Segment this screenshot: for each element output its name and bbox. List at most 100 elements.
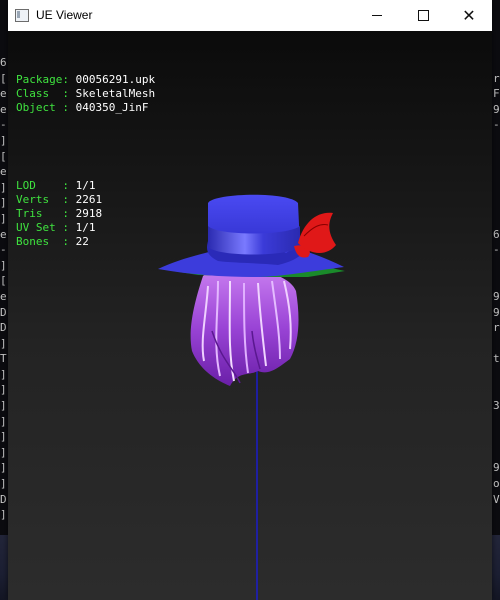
console-char: e <box>0 165 7 179</box>
console-char: e <box>0 227 7 241</box>
stat-value: 1/1 <box>75 221 96 234</box>
maximize-icon <box>417 10 429 21</box>
console-char: V <box>493 492 500 506</box>
stat-row: Bones : 22 <box>16 235 155 249</box>
stat-value: 2918 <box>75 207 103 220</box>
console-char: ] <box>0 196 7 210</box>
hair-mesh <box>190 268 299 386</box>
console-char: e <box>0 289 7 303</box>
info-label: Package: <box>16 73 76 86</box>
background-console-left: 6[ee-][e]]]e-][eDD]T]]]]]]]]D]e] <box>0 55 8 525</box>
console-char: 9 <box>493 289 500 303</box>
stat-label: LOD : <box>16 179 76 192</box>
stat-row: Verts : 2261 <box>16 193 155 207</box>
stat-row: Tris : 2918 <box>16 207 155 221</box>
console-char <box>493 336 500 352</box>
console-char: e <box>0 87 7 101</box>
console-char <box>493 367 500 383</box>
console-char: - <box>0 243 7 257</box>
close-button[interactable]: ✕ <box>446 0 492 31</box>
console-char: t <box>493 352 500 366</box>
console-char: ] <box>0 133 7 147</box>
console-char: ] <box>0 461 7 475</box>
console-char <box>493 180 500 196</box>
window-title: UE Viewer <box>36 8 93 22</box>
app-icon <box>15 9 29 22</box>
background-console-right: rF9- 6- 99r t 3 9oV <box>493 55 500 525</box>
console-char: - <box>0 118 7 132</box>
console-char: D <box>0 321 7 335</box>
stat-label: Verts : <box>16 193 76 206</box>
console-char <box>493 273 500 289</box>
console-char: e <box>0 102 7 116</box>
console-char <box>493 195 500 211</box>
console-char: ] <box>0 180 7 194</box>
maximize-button[interactable] <box>400 0 446 31</box>
stat-value: 2261 <box>75 193 103 206</box>
info-row: Class : SkeletalMesh <box>16 87 155 101</box>
info-value: SkeletalMesh <box>75 87 156 100</box>
info-row: Package: 00056291.upk <box>16 73 155 87</box>
stat-value: 1/1 <box>75 179 96 192</box>
console-char <box>493 429 500 445</box>
console-char: - <box>493 118 500 132</box>
minimize-button[interactable] <box>354 0 400 31</box>
console-char: o <box>493 477 500 491</box>
console-char: [ <box>0 274 7 288</box>
console-char: 9 <box>493 102 500 116</box>
stat-label: UV Set : <box>16 221 76 234</box>
console-char: [ <box>0 149 7 163</box>
console-char <box>493 258 500 274</box>
console-char: [ <box>0 71 7 85</box>
info-label: Class : <box>16 87 76 100</box>
console-char <box>493 164 500 180</box>
console-char: 3 <box>493 399 500 413</box>
console-char: 6 <box>493 227 500 241</box>
console-char: ] <box>0 414 7 428</box>
stat-row: LOD : 1/1 <box>16 179 155 193</box>
hat-mesh <box>158 194 345 277</box>
console-char <box>493 414 500 430</box>
console-char: e <box>0 523 8 525</box>
console-char: ] <box>0 399 7 413</box>
info-label: Object : <box>16 101 76 114</box>
stat-value: 22 <box>75 235 89 248</box>
stat-row: UV Set : 1/1 <box>16 221 155 235</box>
info-row: Object : 040350_JinF <box>16 101 155 115</box>
console-char: ] <box>0 508 7 522</box>
console-char: F <box>493 87 500 101</box>
stat-label: Tris : <box>16 207 76 220</box>
info-value: 040350_JinF <box>75 101 149 114</box>
mesh-info-overlay: Package: 00056291.upk Class : SkeletalMes… <box>16 45 155 277</box>
title-bar[interactable]: UE Viewer ✕ <box>8 0 492 32</box>
console-char <box>493 133 500 149</box>
minimize-icon <box>372 15 382 16</box>
console-char: 9 <box>493 305 500 319</box>
console-char <box>493 149 500 165</box>
console-char <box>493 55 500 71</box>
console-char: ] <box>0 211 7 225</box>
console-char: ] <box>0 445 7 459</box>
console-char: r <box>493 71 500 85</box>
console-char <box>493 211 500 227</box>
info-value: 00056291.upk <box>75 73 156 86</box>
close-icon: ✕ <box>462 6 476 25</box>
console-char: T <box>0 352 7 366</box>
ue-viewer-window: UE Viewer ✕ Package: 00056291.upk Class … <box>8 0 492 600</box>
console-char <box>493 445 500 461</box>
console-char: ] <box>0 430 7 444</box>
console-char: 6 <box>0 56 7 69</box>
console-char: r <box>493 321 500 335</box>
console-char: D <box>0 492 7 506</box>
console-char <box>493 382 500 398</box>
console-char: ] <box>0 383 7 397</box>
console-char: - <box>493 243 500 257</box>
console-char: 9 <box>493 461 500 475</box>
console-char: ] <box>0 367 7 381</box>
3d-viewport[interactable]: Package: 00056291.upk Class : SkeletalMes… <box>8 31 492 600</box>
console-char: ] <box>0 258 7 272</box>
console-char: ] <box>0 336 7 350</box>
console-char: ] <box>0 477 7 491</box>
stat-label: Bones : <box>16 235 76 248</box>
console-char: D <box>0 305 7 319</box>
